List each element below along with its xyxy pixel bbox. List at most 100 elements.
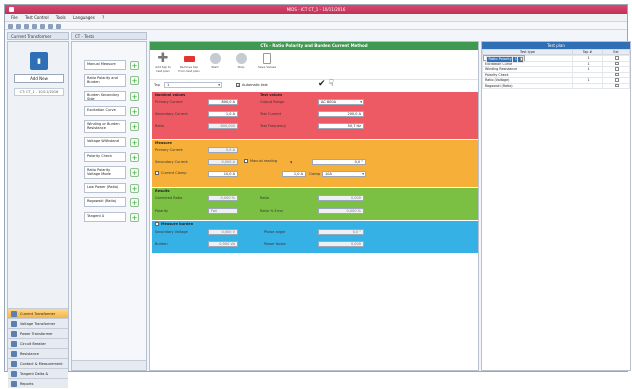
test-burden-secondary[interactable]: Burden Secondary Side [84, 91, 126, 101]
menu-file[interactable]: File [11, 15, 18, 20]
open-icon[interactable] [16, 23, 21, 29]
ext-checkbox[interactable] [615, 67, 619, 71]
clamp-select[interactable]: 10A ▾ [322, 171, 366, 177]
new-icon[interactable] [8, 23, 13, 29]
burden-section: Measure burden Secondary Voltage 0,000 V… [152, 221, 478, 253]
check-icon[interactable]: ✔ ☟ [318, 79, 334, 89]
save-values-button[interactable]: Save Values [256, 53, 278, 70]
tab-ct-tests[interactable]: CT - Tests [71, 32, 147, 40]
clamp-value2-field[interactable]: 1,0 A [282, 171, 306, 177]
nominal-secondary-current-field[interactable]: 1,0 A [208, 111, 238, 117]
ext-checkbox[interactable] [615, 61, 619, 65]
menu-bar: File Test Control Tools Languages ? [5, 14, 627, 22]
measure-header: Measure [155, 141, 172, 145]
test-ratio-polarity-burden[interactable]: Ratio Polarity and Burden [84, 74, 126, 87]
add-test-icon[interactable]: + [130, 122, 139, 131]
remove-tap-button[interactable]: Remove tap from test plan [178, 53, 200, 73]
clamp-select-label: Clamp [309, 172, 321, 176]
test-manual-measure[interactable]: Manual Measure [84, 60, 126, 70]
cell-ext[interactable] [516, 56, 525, 63]
test-current-field[interactable]: 200,0 A [318, 111, 364, 117]
ratio-error-field: 0,000 % [318, 208, 364, 214]
secondary-voltage-field: 0,000 V [208, 229, 238, 235]
add-test-icon[interactable]: + [130, 213, 139, 222]
add-test-icon[interactable]: + [130, 76, 139, 85]
nav-contact-measurement[interactable]: Contact & Measurement [8, 358, 68, 368]
ext-checkbox[interactable] [519, 57, 524, 61]
test-excitation-curve[interactable]: Excitation Curve [84, 106, 126, 116]
add-test-icon[interactable]: + [130, 168, 139, 177]
add-new-button[interactable]: Add New [14, 74, 64, 83]
angle-field[interactable]: 0,0 ° [312, 159, 366, 165]
chevron-down-icon: ▾ [218, 83, 220, 87]
automatic-test-checkbox[interactable]: ✓ Automatic test [236, 83, 268, 88]
add-test-icon[interactable]: + [130, 61, 139, 70]
add-test-icon[interactable]: + [130, 153, 139, 162]
tab-current-transformer[interactable]: Current Transformer [7, 32, 69, 40]
menu-test-control[interactable]: Test Control [25, 15, 49, 20]
ct-device-icon: ▮ [30, 52, 48, 70]
current-clamp-checkbox[interactable]: Current Clamp [155, 171, 186, 175]
test-rogowski[interactable]: Rogowski (Ratio) [84, 197, 126, 207]
minus-icon [183, 56, 195, 62]
measure-burden-checkbox[interactable]: Measure burden [155, 222, 193, 226]
nav-current-transformer[interactable]: Current Transformer [8, 308, 68, 318]
menu-languages[interactable]: Languages [73, 15, 95, 20]
add-test-icon[interactable]: + [130, 92, 139, 101]
print-icon[interactable] [40, 23, 45, 29]
phase-angle-field: 0,0 ° [318, 229, 364, 235]
cell-ext[interactable] [602, 82, 630, 89]
test-low-power[interactable]: Low Power (Ratio) [84, 183, 126, 193]
ext-checkbox[interactable] [615, 83, 619, 87]
test-frequency-field[interactable]: 50,7 Hz [318, 123, 364, 129]
burden-label: Burden [155, 242, 168, 246]
nominal-primary-current-field[interactable]: 800,0 A [208, 99, 238, 105]
test-values-header: Test values [260, 93, 283, 97]
nominal-primary-label: Primary Current [155, 100, 183, 104]
col-ext[interactable]: Ext [602, 49, 630, 55]
nav-voltage-transformer[interactable]: Voltage Transformer [8, 318, 68, 328]
ext-checkbox[interactable] [615, 56, 619, 60]
nav-reports[interactable]: Reports [8, 378, 68, 388]
clamp-value-field[interactable]: 10,0 A [208, 171, 238, 177]
nav-tangent-delta[interactable]: Tangent Delta & Capacitance [8, 368, 68, 386]
save-values-icon [263, 53, 271, 64]
menu-help[interactable]: ? [102, 15, 104, 20]
add-test-icon[interactable]: + [130, 107, 139, 116]
secondary-voltage-label: Secondary Voltage [155, 230, 188, 234]
save-icon[interactable] [24, 23, 29, 29]
test-plan-title: Test plan [482, 42, 630, 49]
col-test-type[interactable]: Test type [482, 49, 573, 55]
polarity-field: Fail [208, 208, 238, 214]
ext-checkbox[interactable] [615, 78, 619, 82]
test-voltage-withstand[interactable]: Voltage Withstand [84, 137, 126, 147]
menu-tools[interactable]: Tools [56, 15, 66, 20]
add-tap-button[interactable]: ✚ Add tap to test plan [152, 52, 174, 73]
nav-circuit-breaker[interactable]: Circuit Breaker [8, 338, 68, 348]
add-test-icon[interactable]: + [130, 138, 139, 147]
nav-power-transformer[interactable]: Power Transformer [8, 328, 68, 338]
test-tangent-delta[interactable]: Tangent δ [84, 212, 126, 222]
tap-select[interactable]: 1 ▾ [164, 82, 222, 88]
add-test-icon[interactable]: + [130, 198, 139, 207]
stop-button[interactable]: Stop [230, 53, 252, 70]
settings-icon[interactable] [56, 23, 61, 29]
corrected-ratio-field: 0,000 % [208, 195, 238, 201]
chevron-down-icon: ▾ [362, 172, 364, 176]
col-tap[interactable]: Tap # [572, 49, 603, 55]
add-test-icon[interactable]: + [130, 184, 139, 193]
output-range-select[interactable]: AC 800A ▾ [318, 99, 364, 105]
ct-list-item[interactable]: CT: CT_1 - 10/11/2016 [14, 88, 64, 96]
test-winding-resistance[interactable]: Winding or Burden Resistance [84, 120, 126, 133]
edit-icon[interactable] [32, 23, 37, 29]
ext-checkbox[interactable] [615, 72, 619, 76]
title-bar: MIDS - ICT CT_1 - 10/11/2016 [5, 5, 627, 14]
test-ratio-voltage-mode[interactable]: Ratio Polarity Voltage Mode [84, 166, 126, 179]
test-polarity-check[interactable]: Polarity Check [84, 152, 126, 162]
table-row[interactable]: Rogowski (Ratio) [482, 82, 630, 89]
export-icon[interactable] [48, 23, 53, 29]
nav-resistance[interactable]: Resistance [8, 348, 68, 358]
manual-reading-checkbox[interactable]: Manual reading [244, 159, 277, 163]
table-row[interactable]: Ratio Polarity 1 [482, 55, 526, 63]
start-button[interactable]: Start [204, 53, 226, 70]
